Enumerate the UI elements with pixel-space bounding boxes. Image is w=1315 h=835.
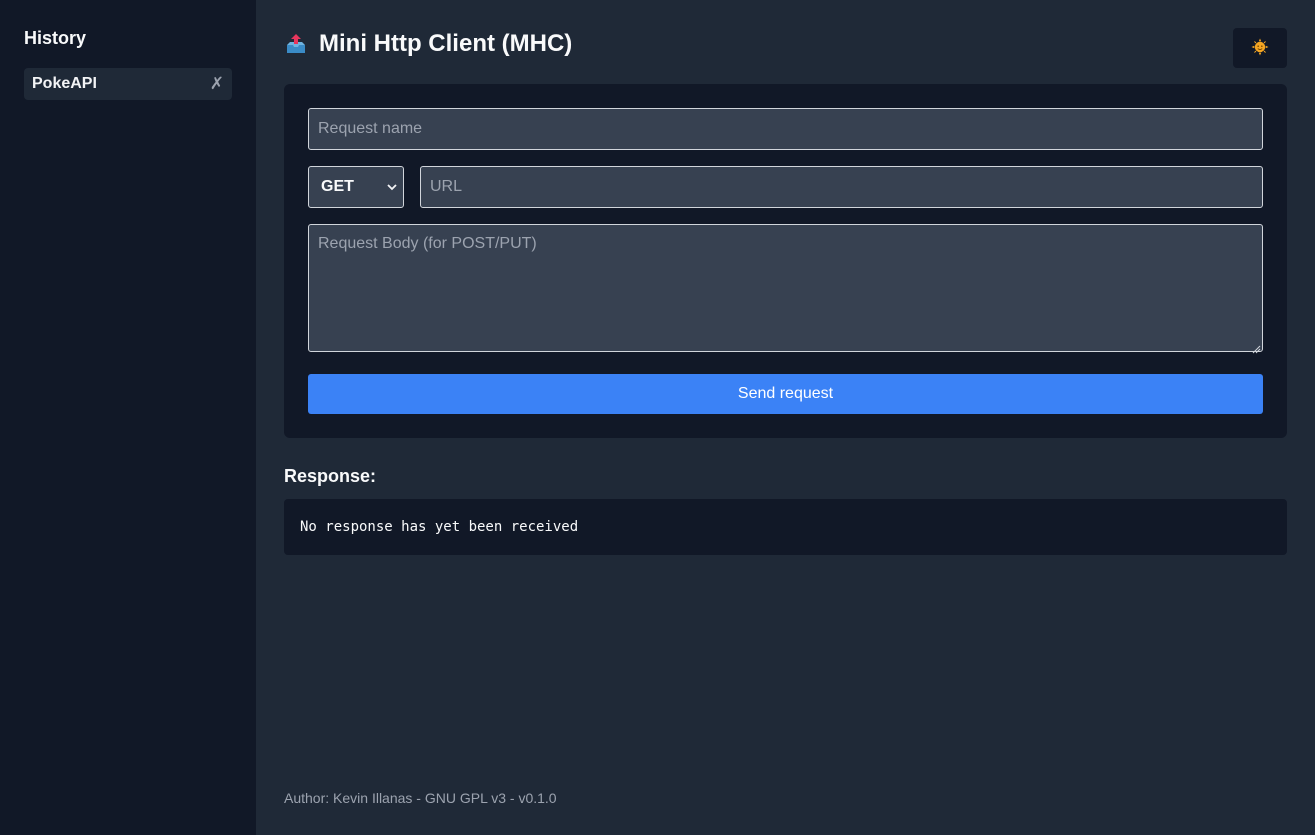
body-wrap [308, 224, 1263, 354]
main-panel: Mini Http Client (MHC) Request name GET … [256, 0, 1315, 835]
sidebar-title: History [24, 28, 87, 48]
method-url-row: GET [308, 166, 1263, 208]
request-name-input[interactable] [308, 108, 1263, 150]
response-text: No response has yet been received [300, 519, 579, 535]
page-title: Mini Http Client (MHC) [319, 30, 573, 57]
title-wrap: Mini Http Client (MHC) [284, 28, 572, 60]
app-root: History PokeAPI ✗ Mini Http Client (MHC) [0, 0, 1315, 835]
chevron-down-icon [387, 178, 397, 196]
history-sidebar: History PokeAPI ✗ [0, 0, 256, 835]
request-body-textarea[interactable] [308, 224, 1263, 352]
sun-face-icon [1251, 38, 1269, 59]
response-box: No response has yet been received [284, 499, 1287, 555]
request-form: GET Send request [284, 84, 1287, 438]
outbox-tray-icon [284, 32, 308, 56]
header: Mini Http Client (MHC) [284, 28, 1287, 68]
history-item-label: PokeAPI [32, 75, 97, 92]
url-input[interactable] [420, 166, 1263, 208]
method-select[interactable]: GET [308, 166, 404, 208]
response-title: Response: [284, 466, 377, 486]
footer: Author: Kevin Illanas - GNU GPL v3 - v0.… [284, 790, 557, 806]
history-delete-icon[interactable]: ✗ [210, 74, 224, 94]
history-item[interactable]: PokeAPI ✗ [24, 68, 232, 100]
resize-grip-icon[interactable] [1252, 341, 1261, 354]
theme-toggle-button[interactable] [1233, 28, 1287, 68]
method-selected-value: GET [321, 178, 354, 195]
send-request-button[interactable]: Send request [308, 374, 1263, 414]
history-list: PokeAPI ✗ [24, 68, 232, 100]
